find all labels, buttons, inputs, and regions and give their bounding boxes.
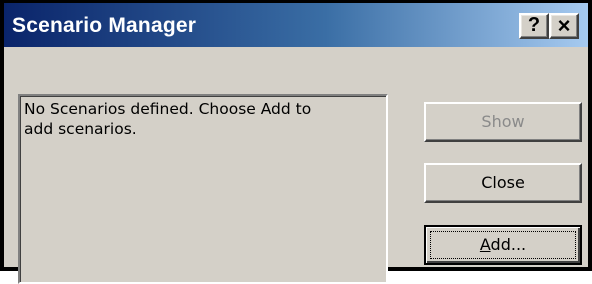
scenarios-list[interactable]: No Scenarios defined. Choose Add to add … (18, 94, 388, 284)
add-button[interactable]: Add... (424, 225, 582, 265)
window-title: Scenario Manager (12, 14, 197, 37)
close-button[interactable]: Close (424, 163, 582, 203)
add-button-label: Add... (480, 235, 526, 254)
question-mark-icon: ? (527, 14, 541, 36)
add-button-label-rest: dd... (490, 235, 527, 254)
close-window-button[interactable]: × (549, 13, 579, 39)
add-button-mnemonic: A (479, 235, 491, 254)
scenario-manager-dialog: Scenario Manager ? × No Scenarios define… (0, 0, 592, 284)
close-button-label: Close (481, 173, 525, 192)
title-bar[interactable]: Scenario Manager ? × (4, 3, 588, 47)
show-button[interactable]: Show (424, 102, 582, 142)
close-icon: × (557, 13, 571, 38)
empty-list-message: No Scenarios defined. Choose Add to add … (24, 100, 312, 138)
show-button-label: Show (481, 112, 525, 131)
help-button[interactable]: ? (519, 13, 549, 39)
